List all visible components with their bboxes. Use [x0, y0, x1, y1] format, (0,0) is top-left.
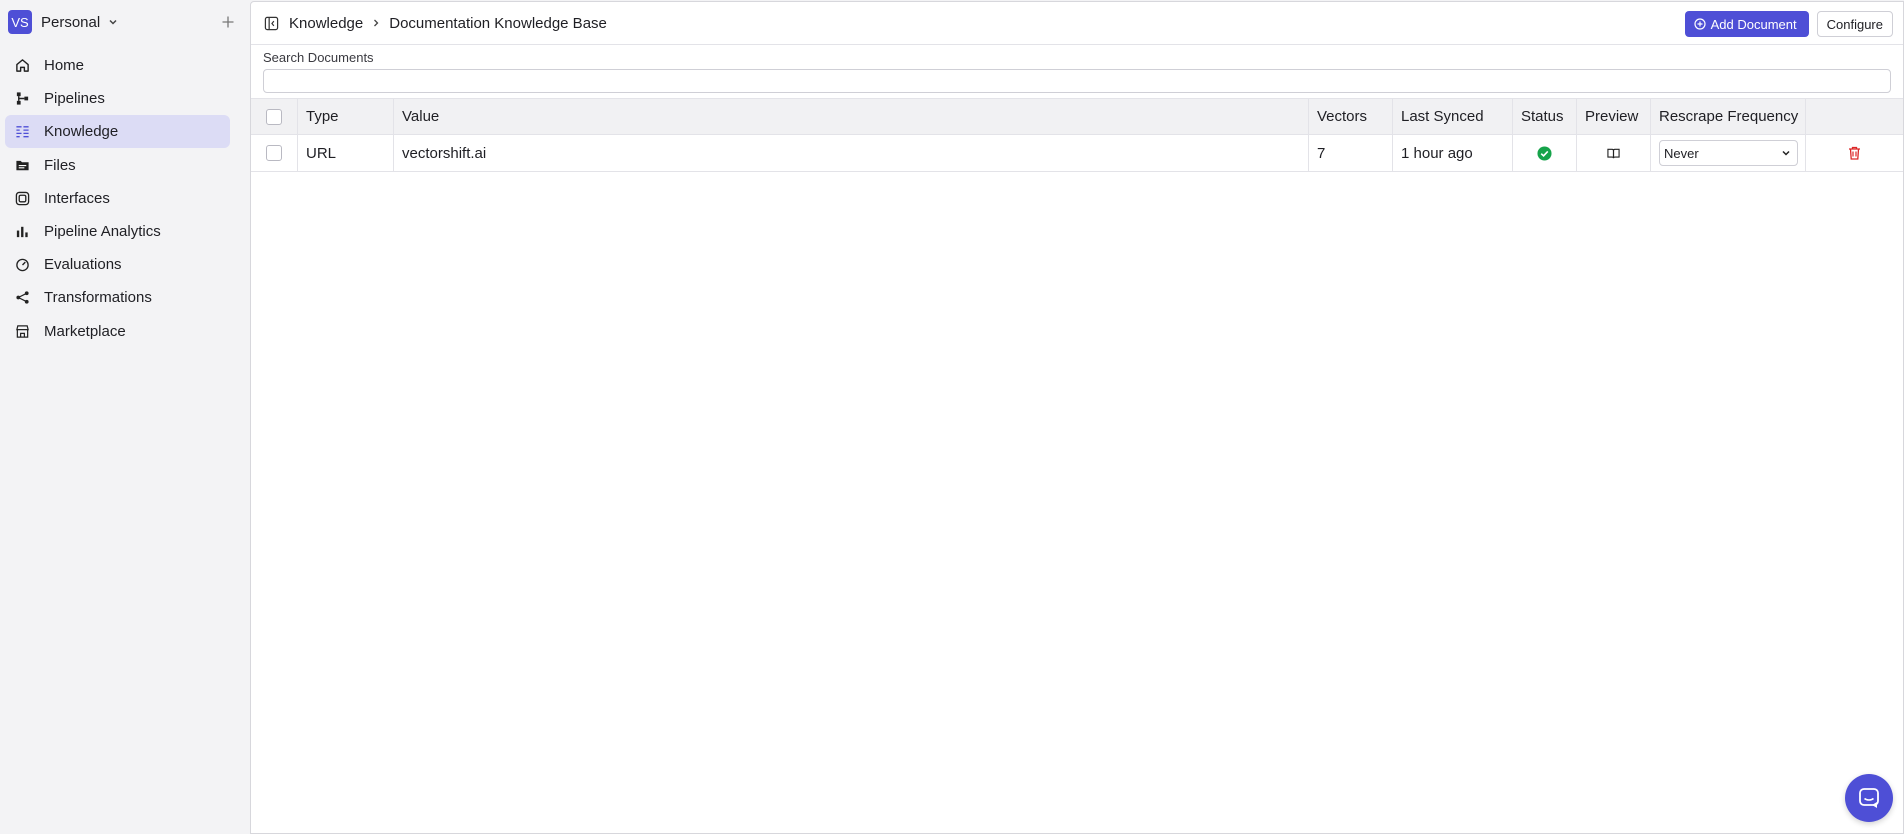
breadcrumb-parent[interactable]: Knowledge	[289, 15, 363, 32]
workspace-avatar: VS	[8, 10, 32, 34]
sidebar-item-label: Transformations	[44, 289, 152, 307]
rescrape-frequency-value: Never	[1664, 145, 1699, 161]
book-open-icon[interactable]	[1607, 147, 1620, 160]
page-title: Documentation Knowledge Base	[389, 14, 607, 32]
sidebar-item-label: Pipelines	[44, 90, 105, 108]
check-circle-icon	[1537, 145, 1552, 161]
column-header-vectors[interactable]: Vectors	[1309, 99, 1393, 134]
sidebar-item-label: Interfaces	[44, 189, 110, 207]
chevron-right-icon	[371, 18, 381, 28]
select-all-cell	[251, 99, 298, 134]
evaluations-icon	[13, 256, 31, 274]
sidebar-item-label: Evaluations	[44, 256, 122, 274]
search-label: Search Documents	[263, 50, 374, 65]
interfaces-icon	[13, 189, 31, 207]
column-header-rescrape-frequency[interactable]: Rescrape Frequency	[1651, 99, 1806, 134]
sidebar-nav: Home Pipelines Knowledge Files Interface…	[5, 49, 230, 348]
workspace-switcher[interactable]: VS Personal	[8, 10, 242, 34]
table-row[interactable]: URL vectorshift.ai 7 1 hour ago Never	[251, 135, 1903, 172]
sidebar-item-files[interactable]: Files	[5, 149, 230, 182]
column-header-type[interactable]: Type	[298, 99, 394, 134]
transformations-icon	[13, 289, 31, 307]
main-panel: Knowledge Documentation Knowledge Base A…	[250, 1, 1904, 834]
cell-type: URL	[298, 135, 394, 171]
cell-preview	[1577, 135, 1651, 171]
cell-rescrape-frequency: Never	[1651, 135, 1806, 171]
table-header-row: Type Value Vectors Last Synced Status Pr…	[251, 98, 1903, 135]
cell-delete	[1806, 135, 1903, 171]
column-header-preview[interactable]: Preview	[1577, 99, 1651, 134]
workspace-name: Personal	[41, 13, 101, 31]
select-all-checkbox[interactable]	[266, 108, 282, 125]
configure-button[interactable]: Configure	[1816, 11, 1893, 37]
marketplace-icon	[13, 322, 31, 340]
column-header-actions	[1806, 99, 1903, 134]
chevron-down-icon	[108, 17, 118, 27]
sidebar-item-interfaces[interactable]: Interfaces	[5, 182, 230, 215]
column-header-value[interactable]: Value	[394, 99, 1309, 134]
sidebar-item-transformations[interactable]: Transformations	[5, 281, 230, 314]
sidebar-item-label: Home	[44, 57, 85, 74]
sidebar-item-label: Files	[44, 156, 76, 174]
sidebar-item-marketplace[interactable]: Marketplace	[5, 315, 230, 348]
cell-last-synced: 1 hour ago	[1393, 135, 1513, 171]
header-actions: Add Document Configure	[1684, 11, 1893, 37]
files-icon	[13, 156, 31, 174]
sidebar-item-knowledge[interactable]: Knowledge	[5, 115, 230, 149]
sidebar-item-pipelines[interactable]: Pipelines	[5, 82, 230, 115]
plus-circle-icon	[1694, 18, 1706, 30]
column-header-last-synced[interactable]: Last Synced	[1393, 99, 1513, 134]
chevron-down-icon	[1781, 148, 1791, 158]
sidebar-item-label: Marketplace	[44, 322, 126, 340]
search-input[interactable]	[263, 69, 1891, 93]
sidebar-item-label: Pipeline Analytics	[44, 222, 161, 240]
add-document-label: Add Document	[1710, 16, 1797, 32]
plus-icon[interactable]	[218, 12, 238, 32]
sidebar-item-home[interactable]: Home	[5, 49, 230, 82]
header-bar: Knowledge Documentation Knowledge Base A…	[251, 2, 1903, 45]
add-document-button[interactable]: Add Document	[1684, 11, 1809, 37]
documents-table: Type Value Vectors Last Synced Status Pr…	[251, 98, 1903, 172]
cell-value: vectorshift.ai	[394, 135, 1309, 171]
sidebar-item-evaluations[interactable]: Evaluations	[5, 248, 230, 281]
sidebar: VS Personal Home Pipelines Knowledge Fil…	[0, 0, 250, 834]
home-icon	[13, 57, 31, 75]
analytics-icon	[13, 222, 31, 240]
chat-icon	[1858, 787, 1880, 809]
cell-vectors: 7	[1309, 135, 1393, 171]
sidebar-item-label: Knowledge	[44, 123, 119, 141]
sidebar-toggle-icon[interactable]	[263, 15, 279, 31]
chat-launcher-button[interactable]	[1845, 774, 1893, 822]
rescrape-frequency-select[interactable]: Never	[1659, 140, 1798, 166]
trash-icon[interactable]	[1848, 146, 1861, 160]
column-header-status[interactable]: Status	[1513, 99, 1577, 134]
row-checkbox[interactable]	[266, 145, 282, 161]
knowledge-icon	[13, 123, 31, 141]
sidebar-item-pipeline-analytics[interactable]: Pipeline Analytics	[5, 215, 230, 248]
pipelines-icon	[13, 90, 31, 108]
row-select-cell	[251, 135, 298, 171]
cell-status	[1513, 135, 1577, 171]
